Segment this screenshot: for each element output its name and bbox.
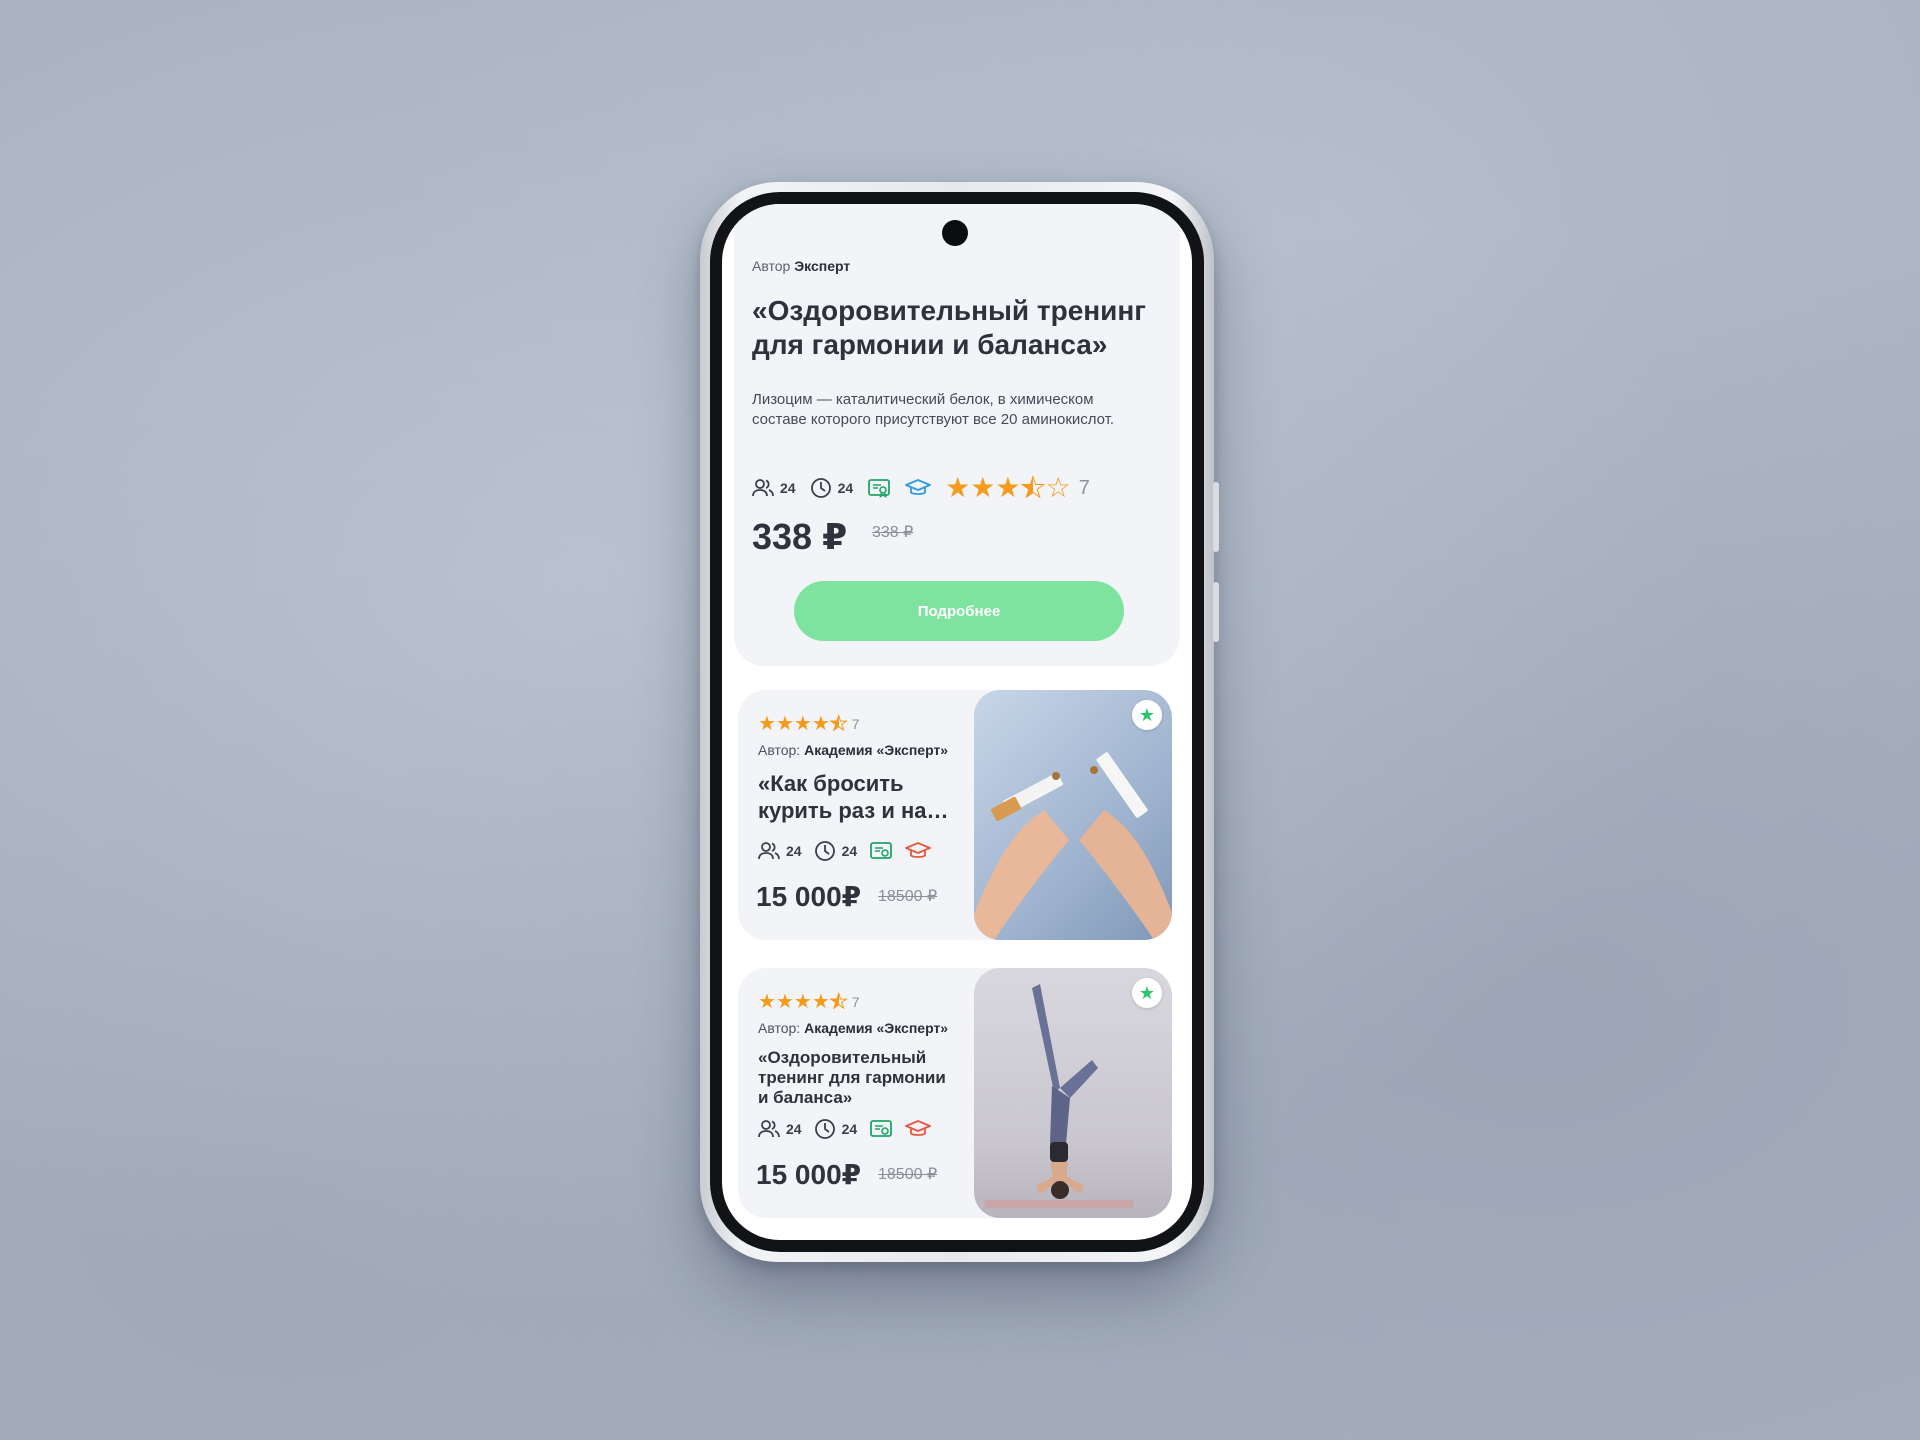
card-rating: ★ ★ ★ ★ ★ 7	[758, 713, 860, 735]
students-metric: 24	[752, 478, 796, 498]
star-icon: ★	[970, 472, 996, 503]
phone-screen: Автор Эксперт «Оздоровительный тренинг д…	[722, 204, 1192, 1240]
star-empty-icon: ☆	[1045, 472, 1071, 503]
hours-count: 24	[841, 1121, 858, 1137]
clock-icon	[810, 478, 831, 498]
author-prefix: Автор	[752, 258, 791, 274]
course-old-price: 338 ₽	[872, 524, 914, 541]
volume-button	[1213, 482, 1219, 552]
card-price: 15 000₽	[756, 1159, 862, 1190]
hours-metric: 24	[814, 1118, 858, 1140]
star-icon: ★	[945, 472, 971, 503]
certificate-icon	[870, 1120, 893, 1137]
course-title: «Оздоровительный тренинг для гармонии и …	[752, 295, 1146, 360]
author-name[interactable]: Эксперт	[794, 258, 850, 274]
star-icon: ★	[793, 991, 812, 1013]
card-image-yoga[interactable]: ★	[974, 968, 1172, 1218]
featured-course: Автор Эксперт «Оздоровительный тренинг д…	[734, 204, 1180, 666]
rating-count: 7	[851, 994, 860, 1010]
certificate-badge	[869, 840, 893, 862]
certificate-badge	[869, 1118, 893, 1140]
clock-icon	[814, 1119, 835, 1139]
hours-count: 24	[841, 843, 858, 859]
certificate-badge	[867, 477, 891, 499]
favorite-button[interactable]: ★	[1132, 700, 1162, 730]
rating-stars: ★ ★ ★ ★ ☆ 7	[945, 472, 1090, 503]
students-metric: 24	[758, 841, 802, 861]
users-icon	[758, 1120, 780, 1138]
certificate-icon	[868, 479, 891, 498]
card-author: Автор: Академия «Эксперт»	[758, 742, 948, 758]
author-name[interactable]: Академия «Эксперт»	[804, 742, 948, 758]
star-half-icon: ★	[829, 991, 848, 1013]
hours-metric: 24	[814, 840, 858, 862]
rating-count: 7	[1078, 476, 1090, 499]
author-prefix: Автор:	[758, 1020, 801, 1036]
star-icon: ★	[775, 713, 794, 735]
card-rating: ★ ★ ★ ★ ★ 7	[758, 991, 860, 1013]
card-price: 15 000₽	[756, 881, 862, 912]
card-title[interactable]: «Оздоровительный тренинг для гармонии и …	[758, 1048, 958, 1108]
star-icon: ★	[995, 472, 1021, 503]
students-count: 24	[786, 843, 802, 859]
course-metrics: 24 24 ★ ★ ★ ★ ☆ 7	[752, 472, 1090, 503]
card-metrics: 24 24	[758, 840, 943, 862]
users-icon	[752, 479, 774, 497]
users-icon	[758, 842, 780, 860]
star-icon: ★	[811, 991, 830, 1013]
star-half-icon: ★	[829, 713, 848, 735]
students-count: 24	[786, 1121, 802, 1137]
graduation-cap-icon	[905, 1120, 932, 1136]
star-icon: ★	[758, 713, 776, 735]
star-half-icon: ★	[1020, 472, 1046, 503]
certificate-icon	[870, 842, 893, 859]
graduation-cap-icon	[905, 842, 932, 858]
hero-author: Автор Эксперт	[752, 258, 850, 274]
students-count: 24	[780, 480, 796, 496]
details-button[interactable]: Подробнее	[794, 581, 1124, 641]
course-description: Лизоцим — каталитический белок, в химиче…	[752, 391, 1115, 428]
card-old-price: 18500 ₽	[878, 888, 938, 905]
hours-count: 24	[837, 480, 854, 496]
rating-count: 7	[851, 716, 860, 732]
course-card[interactable]: ★ ★ ★ ★ ★ 7 Автор: Академия «Эксперт» «К…	[738, 690, 1172, 940]
star-icon: ★	[758, 991, 776, 1013]
star-icon: ★	[793, 713, 812, 735]
card-title[interactable]: «Как бросить курить раз и на…	[758, 770, 958, 824]
education-badge	[905, 478, 932, 498]
power-button	[1213, 582, 1219, 642]
star-icon: ★	[775, 991, 794, 1013]
hours-metric: 24	[810, 477, 854, 499]
card-image-quit-smoking[interactable]: ★	[974, 690, 1172, 940]
course-price: 338 ₽	[752, 516, 848, 557]
graduation-cap-icon	[905, 479, 932, 495]
author-prefix: Автор:	[758, 742, 801, 758]
education-badge	[905, 841, 932, 861]
favorite-star-icon: ★	[1138, 982, 1156, 1003]
card-metrics: 24 24	[758, 1118, 943, 1140]
card-old-price: 18500 ₽	[878, 1166, 938, 1183]
front-camera	[942, 220, 968, 246]
favorite-star-icon: ★	[1138, 704, 1156, 725]
phone-device: Автор Эксперт «Оздоровительный тренинг д…	[700, 182, 1219, 1262]
favorite-button[interactable]: ★	[1132, 978, 1162, 1008]
students-metric: 24	[758, 1119, 802, 1139]
course-card[interactable]: ★ ★ ★ ★ ★ 7 Автор: Академия «Эксперт» «О…	[738, 968, 1172, 1218]
star-icon: ★	[811, 713, 830, 735]
education-badge	[905, 1119, 932, 1139]
card-author: Автор: Академия «Эксперт»	[758, 1020, 948, 1036]
author-name[interactable]: Академия «Эксперт»	[804, 1020, 948, 1036]
clock-icon	[814, 841, 835, 861]
